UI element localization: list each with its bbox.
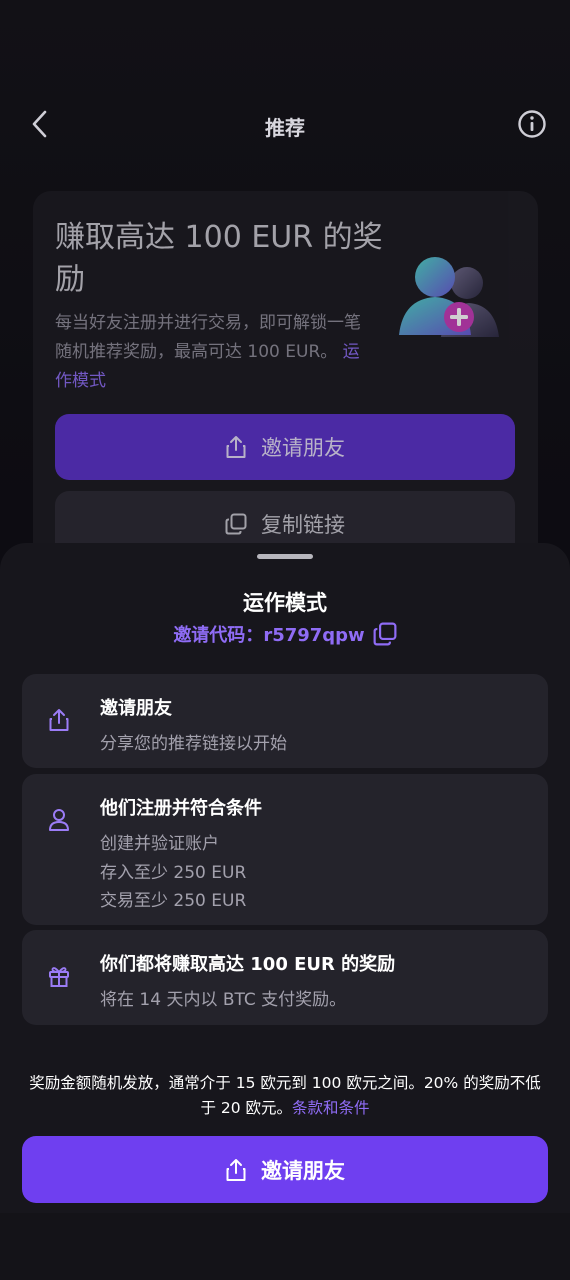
- share-icon: [49, 709, 69, 731]
- hero-description: 每当好友注册并进行交易，即可解锁一笔随机推荐奖励，最高可达 100 EUR。 运…: [55, 309, 365, 396]
- step-earn-reward: 你们都将赚取高达 100 EUR 的奖励 将在 14 天内以 BTC 支付奖励。: [22, 930, 548, 1025]
- step-icon-wrap: [46, 807, 72, 833]
- page-title: 推荐: [265, 116, 305, 140]
- step-detail: 分享您的推荐链接以开始: [100, 734, 287, 754]
- gift-icon: [49, 967, 69, 987]
- top-bar: 推荐: [0, 100, 570, 150]
- terms-link[interactable]: 条款和条件: [292, 1099, 370, 1117]
- add-friend-illustration-icon: [399, 257, 499, 337]
- step-detail: 存入至少 250 EUR: [100, 863, 247, 883]
- user-icon: [49, 809, 69, 831]
- bottom-safe-area: [0, 1213, 570, 1280]
- sheet-drag-handle[interactable]: [257, 554, 313, 559]
- invite-code-value: r5797qpw: [263, 625, 365, 646]
- copy-icon: [373, 622, 397, 646]
- info-circle-icon: [518, 110, 546, 138]
- how-it-works-sheet: 运作模式 邀请代码：r5797qpw 邀请朋友 分享您的推荐链接以开始 他们注册…: [0, 543, 570, 1213]
- step-title: 他们注册并符合条件: [100, 798, 262, 819]
- hero-invite-label: 邀请朋友: [261, 436, 345, 460]
- hero-title: 赚取高达 100 EUR 的奖励: [55, 220, 383, 297]
- step-detail: 创建并验证账户: [100, 834, 219, 854]
- step-icon-wrap: [46, 963, 72, 989]
- invite-code-row: 邀请代码：r5797qpw: [0, 621, 570, 647]
- share-icon: [226, 436, 246, 458]
- hero-description-text: 每当好友注册并进行交易，即可解锁一笔随机推荐奖励，最高可达 100 EUR。: [55, 313, 361, 362]
- info-button[interactable]: [516, 108, 548, 140]
- invite-code-label: 邀请代码：r5797qpw: [173, 625, 365, 646]
- copy-link-label: 复制链接: [261, 513, 345, 537]
- hero-invite-button[interactable]: 邀请朋友: [55, 414, 515, 480]
- step-register-qualify: 他们注册并符合条件 创建并验证账户 存入至少 250 EUR 交易至少 250 …: [22, 774, 548, 925]
- step-detail: 将在 14 天内以 BTC 支付奖励。: [100, 990, 347, 1010]
- step-title: 邀请朋友: [100, 698, 172, 719]
- step-title: 你们都将赚取高达 100 EUR 的奖励: [100, 954, 396, 975]
- step-detail: 交易至少 250 EUR: [100, 891, 247, 911]
- share-icon: [226, 1158, 246, 1181]
- invite-friends-label: 邀请朋友: [261, 1158, 345, 1183]
- copy-icon: [225, 513, 247, 535]
- step-icon-wrap: [46, 707, 72, 733]
- invite-friends-button[interactable]: 邀请朋友: [22, 1136, 548, 1203]
- footnote-text: 奖励金额随机发放，通常介于 15 欧元到 100 欧元之间。20% 的奖励不低于…: [29, 1074, 541, 1117]
- reward-footnote: 奖励金额随机发放，通常介于 15 欧元到 100 欧元之间。20% 的奖励不低于…: [22, 1071, 548, 1121]
- copy-code-button[interactable]: [373, 622, 397, 646]
- sheet-title: 运作模式: [243, 591, 327, 615]
- step-invite-friends: 邀请朋友 分享您的推荐链接以开始: [22, 674, 548, 768]
